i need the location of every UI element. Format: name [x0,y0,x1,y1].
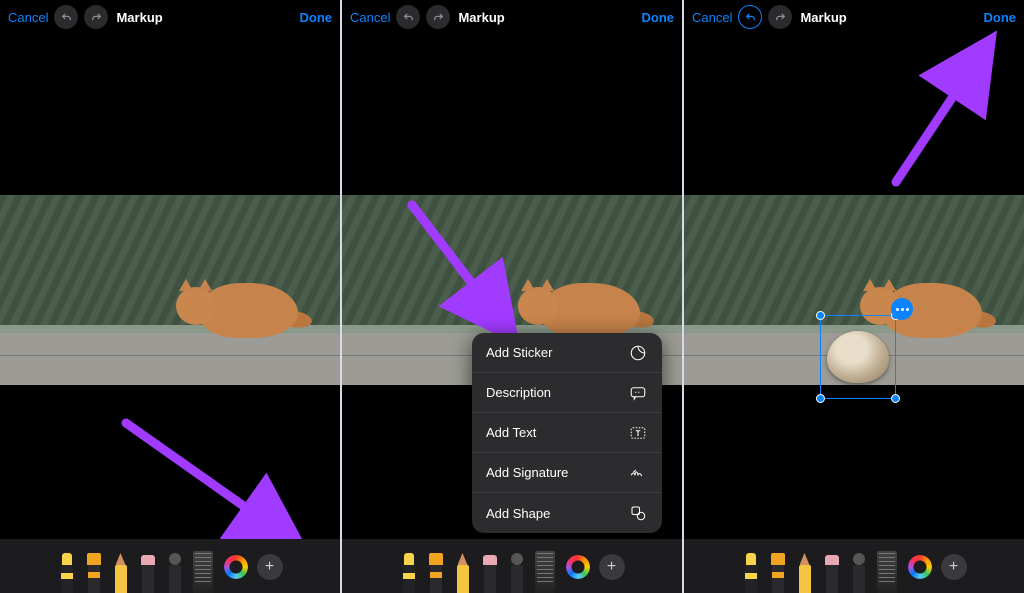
lasso-tool[interactable] [166,551,184,593]
pencil-tool[interactable] [112,551,130,593]
done-button[interactable]: Done [642,10,675,25]
sticker-edit-menu-button[interactable] [891,298,913,320]
add-element-button[interactable]: + [599,554,625,580]
eraser-tool[interactable] [823,551,841,593]
annotation-arrow [876,32,1006,192]
ruler-tool[interactable] [193,551,213,593]
markup-screen-3: Cancel Markup Done [684,0,1024,593]
done-button[interactable]: Done [300,10,333,25]
undo-button[interactable] [54,5,78,29]
color-picker-button[interactable] [908,555,932,579]
undo-button[interactable] [396,5,420,29]
eraser-tool[interactable] [139,551,157,593]
add-element-button[interactable]: + [257,554,283,580]
done-button[interactable]: Done [984,10,1017,25]
menu-add-signature[interactable]: Add Signature [472,453,662,493]
menu-description[interactable]: Description [472,373,662,413]
highlighter-tool[interactable] [769,551,787,593]
ruler-tool[interactable] [877,551,897,593]
undo-button[interactable] [738,5,762,29]
menu-item-label: Add Text [486,425,536,440]
photo-canvas[interactable] [0,195,340,385]
redo-button[interactable] [426,5,450,29]
markup-screen-1: Cancel Markup Done [0,0,340,593]
annotation-arrow [402,195,532,355]
markup-toolbar: + [684,539,1024,593]
color-picker-button[interactable] [224,555,248,579]
highlighter-tool[interactable] [427,551,445,593]
resize-handle-tl[interactable] [816,311,825,320]
header: Cancel Markup Done [0,0,340,34]
lasso-tool[interactable] [508,551,526,593]
menu-item-label: Add Signature [486,465,568,480]
menu-item-label: Add Shape [486,506,550,521]
lasso-tool[interactable] [850,551,868,593]
cancel-button[interactable]: Cancel [8,10,48,25]
add-element-button[interactable]: + [941,554,967,580]
sticker-object [827,331,889,383]
screen-title: Markup [458,10,504,25]
cancel-button[interactable]: Cancel [350,10,390,25]
menu-add-shape[interactable]: Add Shape [472,493,662,533]
shapes-icon [628,503,648,523]
color-picker-button[interactable] [566,555,590,579]
menu-item-label: Description [486,385,551,400]
ruler-tool[interactable] [535,551,555,593]
pen-tool[interactable] [742,551,760,593]
markup-toolbar: + [342,539,682,593]
resize-handle-bl[interactable] [816,394,825,403]
sticker-icon [628,343,648,363]
redo-button[interactable] [84,5,108,29]
markup-screen-2: Cancel Markup Done Add Sticker [342,0,682,593]
cancel-button[interactable]: Cancel [692,10,732,25]
header: Cancel Markup Done [342,0,682,34]
header: Cancel Markup Done [684,0,1024,34]
redo-button[interactable] [768,5,792,29]
cat-photo-subject [176,273,306,348]
sticker-selection[interactable] [820,315,896,399]
add-element-menu: Add Sticker Description Add Text Add Sig… [472,333,662,533]
menu-add-sticker[interactable]: Add Sticker [472,333,662,373]
menu-add-text[interactable]: Add Text [472,413,662,453]
text-icon [628,423,648,443]
screen-title: Markup [116,10,162,25]
photo-canvas[interactable] [684,195,1024,385]
markup-toolbar: + [0,539,340,593]
eraser-tool[interactable] [481,551,499,593]
menu-item-label: Add Sticker [486,345,552,360]
pencil-tool[interactable] [454,551,472,593]
pencil-tool[interactable] [796,551,814,593]
pen-tool[interactable] [58,551,76,593]
highlighter-tool[interactable] [85,551,103,593]
screen-title: Markup [800,10,846,25]
pen-tool[interactable] [400,551,418,593]
speech-bubble-icon [628,383,648,403]
resize-handle-br[interactable] [891,394,900,403]
signature-icon [628,463,648,483]
